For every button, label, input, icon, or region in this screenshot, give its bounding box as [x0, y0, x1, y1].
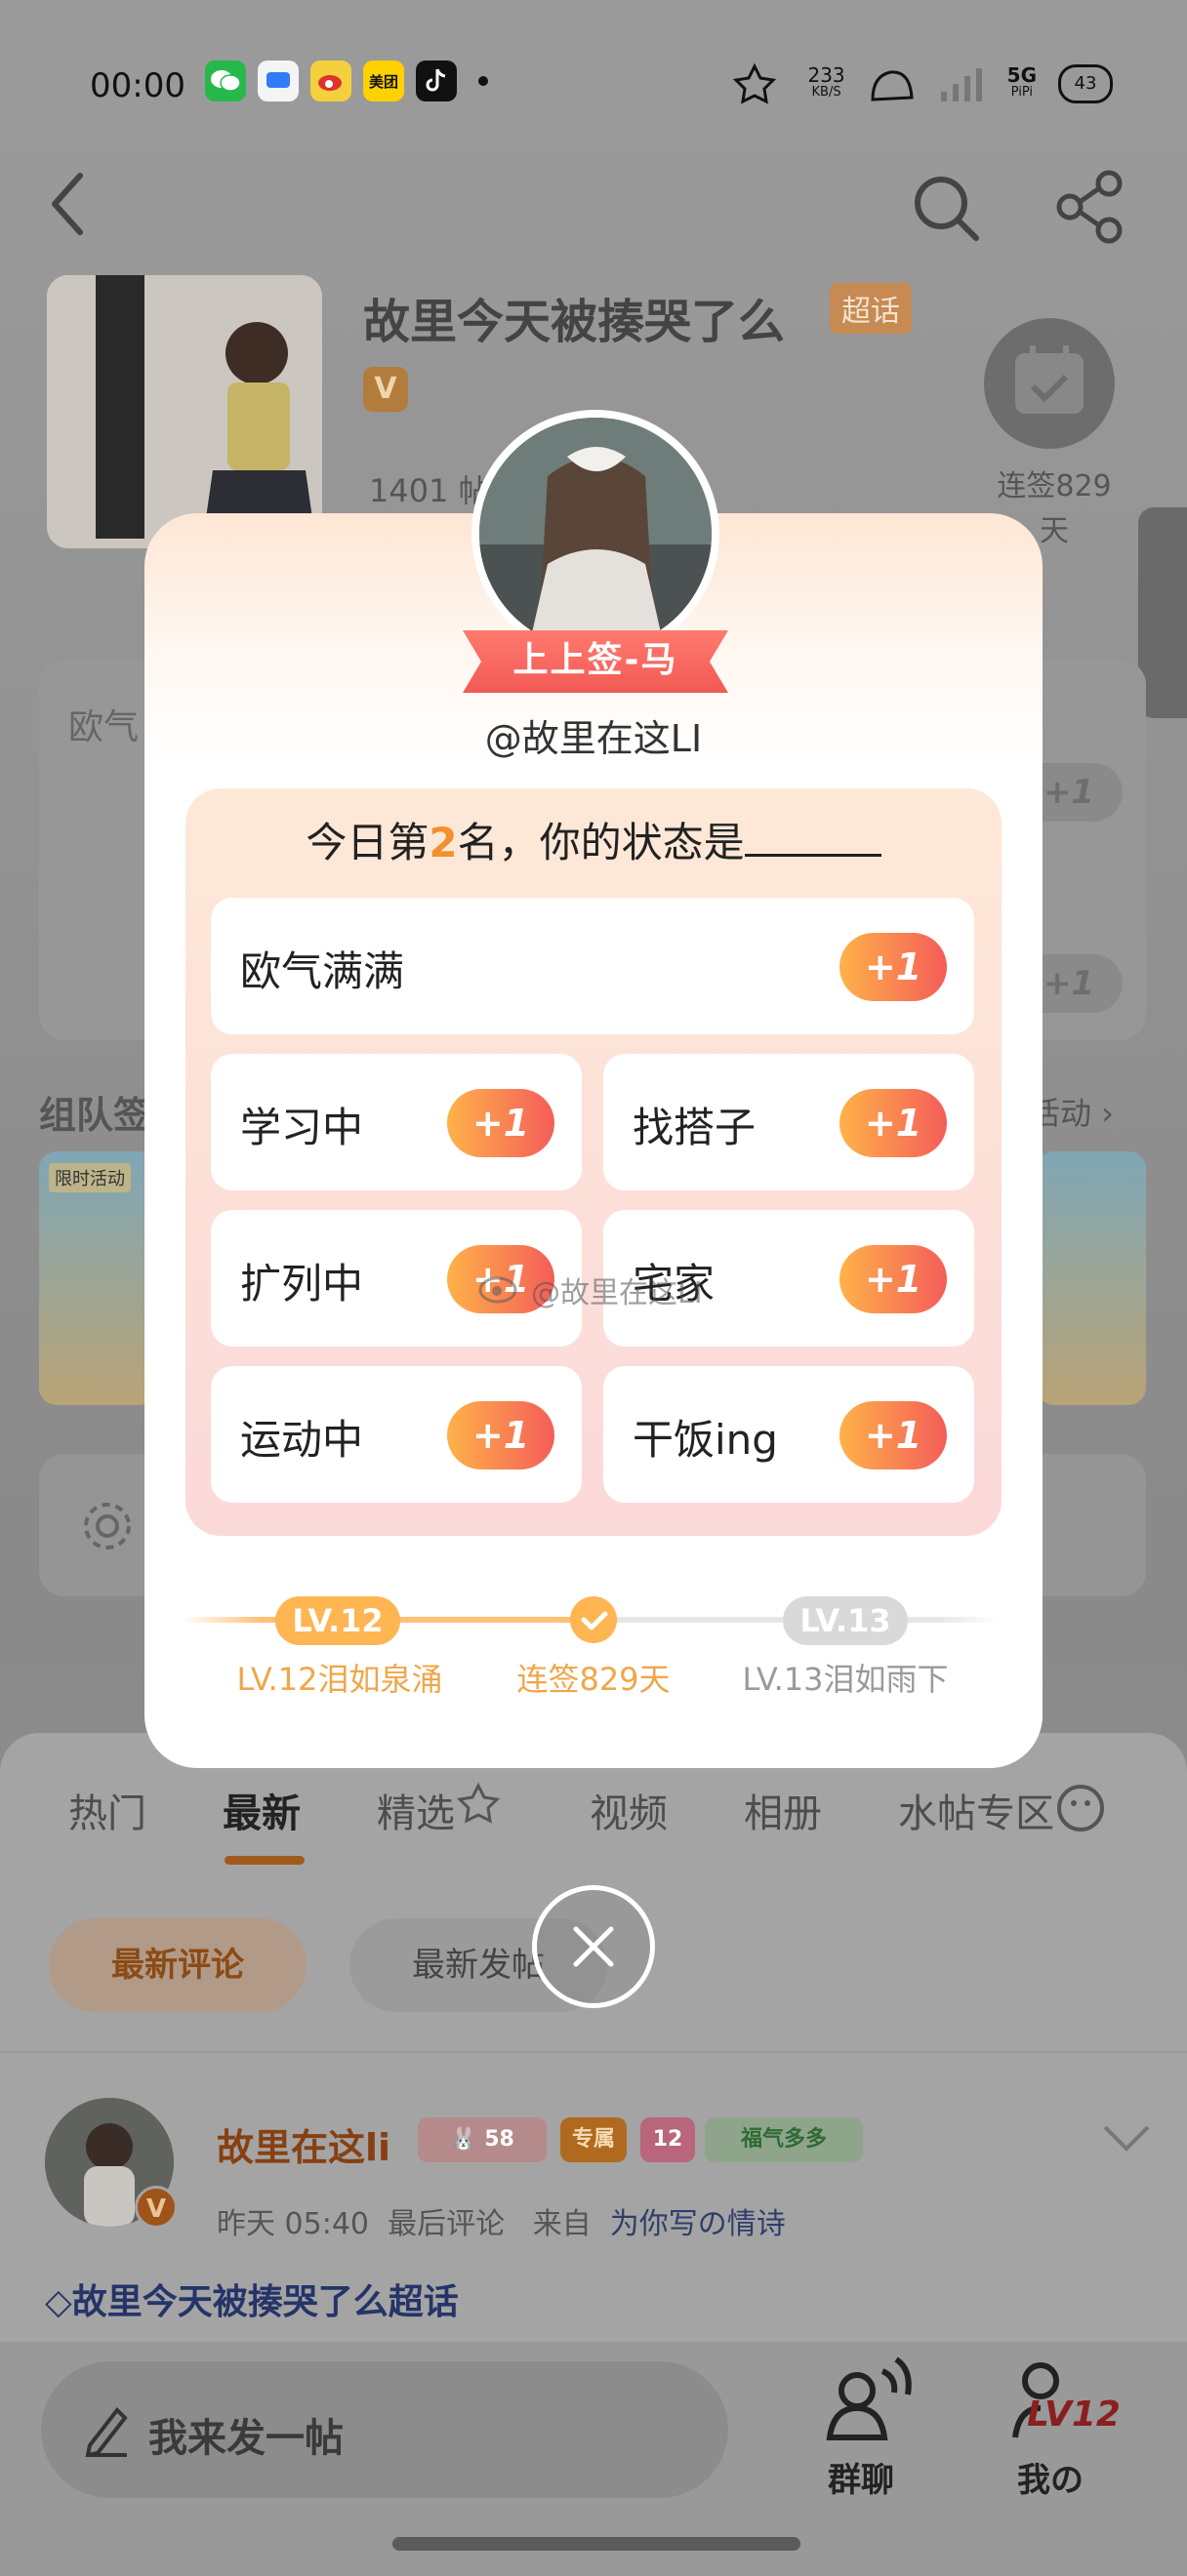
status-option-studying[interactable]: 学习中 +1 — [211, 1054, 582, 1190]
me-icon[interactable]: LV12 — [1005, 2352, 1132, 2449]
group-chat-label[interactable]: 群聊 — [828, 2453, 894, 2501]
user-avatar — [471, 410, 719, 658]
post-author-name[interactable]: 故里在这li — [217, 2117, 390, 2171]
current-level-badge: LV.12 — [275, 1596, 400, 1645]
plus-one-button[interactable]: +1 — [839, 933, 947, 1001]
topic-title: 故里今天被揍哭了么 — [363, 295, 786, 349]
weibo-watermark-icon — [478, 1276, 517, 1304]
cat-icon — [871, 70, 914, 101]
compose-post-button[interactable] — [41, 2361, 728, 2498]
topic-cover-image — [47, 275, 322, 548]
status-option-find-buddy[interactable]: 找搭子 +1 — [603, 1054, 974, 1190]
status-question: 今日第2名，你的状态是 — [185, 810, 1002, 869]
close-modal-button[interactable] — [532, 1885, 655, 2008]
me-level-badge: LV12 — [1027, 2395, 1121, 2435]
status-option-exercising[interactable]: 运动中 +1 — [211, 1366, 582, 1503]
post-source-link[interactable]: 为你写の情诗 — [610, 2207, 786, 2241]
compose-placeholder: 我来发一帖 — [148, 2416, 344, 2461]
wechat-icon — [205, 60, 246, 101]
modal-username: @故里在这LI — [484, 717, 703, 760]
pencil-icon — [85, 2406, 128, 2457]
network-speed: 233 KB/S — [807, 63, 845, 100]
gear-icon — [84, 1503, 131, 1550]
close-icon — [573, 1926, 614, 1967]
status-app-icons: 美团 — [205, 60, 488, 101]
post-verified-badge: V — [135, 2186, 178, 2229]
signal-icon — [940, 68, 982, 101]
topic-stats: 1401 帖 — [369, 472, 490, 509]
network-type: 5G PiPi — [1006, 63, 1037, 100]
group-chat-icon[interactable] — [818, 2352, 916, 2449]
fortune-ribbon: 上上签-马 — [463, 630, 728, 693]
tab-hot[interactable]: 热门 — [68, 1782, 146, 1838]
meituan-icon: 美团 — [363, 60, 404, 101]
checkin-days-caption: 连签829天 — [516, 1661, 671, 1698]
post-topic-link[interactable]: ◇故里今天被揍哭了么超话 — [45, 2274, 459, 2324]
home-indicator — [392, 2537, 800, 2551]
exclusive-badge: 专属 — [560, 2117, 627, 2162]
star-mode-icon — [733, 62, 777, 104]
divider — [0, 2051, 1187, 2053]
tab-featured[interactable]: 精选 — [377, 1782, 508, 1838]
status-option-lucky[interactable]: 欧气满满 +1 — [211, 898, 974, 1034]
status-option-eating[interactable]: 干饭ing +1 — [603, 1366, 974, 1503]
status-indicators: 233 KB/S 5G PiPi 43 — [731, 62, 1113, 105]
tab-album[interactable]: 相册 — [744, 1782, 822, 1838]
level-badge: 🐰 58 — [418, 2117, 547, 2162]
feed-tabs: 热门 最新 精选 视频 相册 水帖专区 — [0, 1782, 1187, 1860]
answer-blank — [744, 824, 881, 857]
weibo-icon — [310, 60, 351, 101]
checkin-button[interactable] — [984, 318, 1115, 449]
star-sticker-icon — [456, 1782, 501, 1824]
plus-one-button[interactable]: +1 — [839, 1245, 947, 1313]
current-level-caption: LV.12泪如泉涌 — [236, 1661, 443, 1698]
filter-latest-comments[interactable]: 最新评论 — [49, 1918, 307, 2012]
status-time: 00:00 — [90, 66, 185, 105]
checkin-check-icon — [570, 1596, 617, 1643]
verified-badge: V — [363, 367, 408, 412]
tab-video[interactable]: 视频 — [590, 1782, 668, 1838]
me-label[interactable]: 我の — [1017, 2453, 1084, 2501]
next-level-caption: LV.13泪如雨下 — [742, 1661, 949, 1698]
calendar-check-icon — [1015, 345, 1084, 414]
activity-card[interactable] — [1037, 1151, 1146, 1405]
plus-one-button[interactable]: +1 — [839, 1089, 947, 1157]
chevron-down-icon[interactable] — [1099, 2119, 1154, 2158]
share-icon[interactable] — [1054, 170, 1128, 244]
status-bar: 00:00 美团 233 KB/S 5G PiPi 43 — [0, 49, 1187, 117]
super-topic-tag: 超话 — [830, 283, 912, 334]
fortune-badge: 福气多多 — [705, 2117, 863, 2162]
active-tab-indicator — [225, 1856, 305, 1865]
messages-icon — [258, 60, 299, 101]
battery-icon: 43 — [1058, 64, 1113, 103]
plus-one-button[interactable]: +1 — [839, 1401, 947, 1469]
plus-one-button[interactable]: +1 — [447, 1401, 554, 1469]
avatar-photo — [479, 418, 712, 650]
post-meta: 昨天 05:40 最后评论 来自 为你写の情诗 — [217, 2207, 786, 2241]
next-level-badge: LV.13 — [783, 1596, 908, 1645]
image-watermark: @故里在这LI — [531, 1276, 703, 1310]
plus-one-button[interactable]: +1 — [447, 1089, 554, 1157]
more-notifications-dot — [478, 76, 488, 86]
tab-water-posts[interactable]: 水帖专区 — [898, 1782, 1107, 1838]
tiktok-icon — [416, 60, 457, 101]
team-checkin-label: 组队签 — [39, 1094, 151, 1137]
activity-card[interactable]: 限时活动 — [39, 1151, 156, 1405]
top-navigation — [0, 156, 1187, 254]
limited-activity-tag: 限时活动 — [49, 1163, 131, 1192]
search-icon[interactable] — [908, 170, 982, 244]
smile-icon — [1057, 1785, 1104, 1831]
background-card-label: 欧气 — [68, 707, 140, 747]
status-option-making-friends[interactable]: 扩列中 +1 — [211, 1210, 582, 1347]
back-icon[interactable] — [47, 170, 86, 238]
tab-latest[interactable]: 最新 — [223, 1782, 301, 1838]
lv-diamond-badge: 12 — [640, 2117, 695, 2162]
rank-number: 2 — [429, 819, 458, 866]
